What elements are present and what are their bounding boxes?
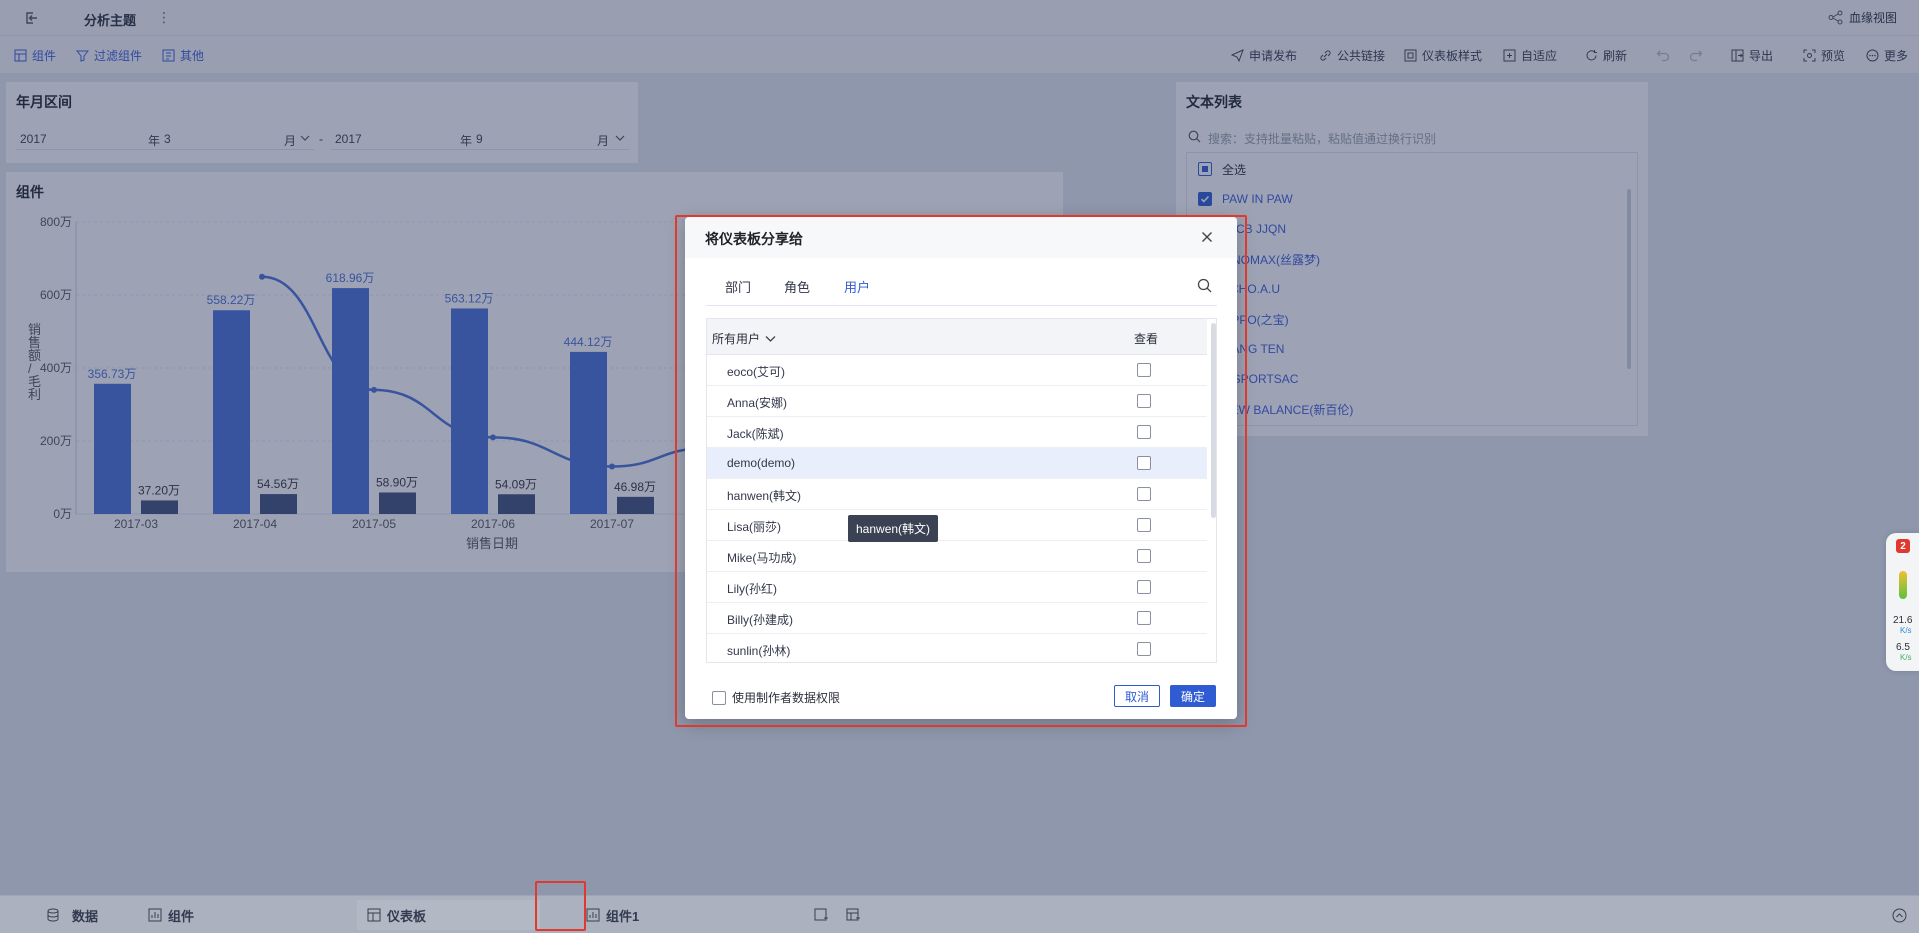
- download-unit: K/s: [1900, 653, 1912, 662]
- user-tooltip: hanwen(韩文): [848, 515, 939, 542]
- speed-meter-icon: [1899, 571, 1907, 599]
- network-speed-widget[interactable]: 2 21.6 K/s 6.5 K/s: [1886, 533, 1919, 671]
- download-speed: 6.5: [1896, 642, 1910, 653]
- upload-unit: K/s: [1900, 626, 1912, 635]
- notification-badge: 2: [1896, 539, 1910, 553]
- bottom-overlay: [0, 895, 1919, 933]
- upload-speed: 21.6: [1893, 615, 1913, 626]
- dialog-highlight-box: [675, 215, 1247, 727]
- bottom-highlight-box: [535, 881, 586, 931]
